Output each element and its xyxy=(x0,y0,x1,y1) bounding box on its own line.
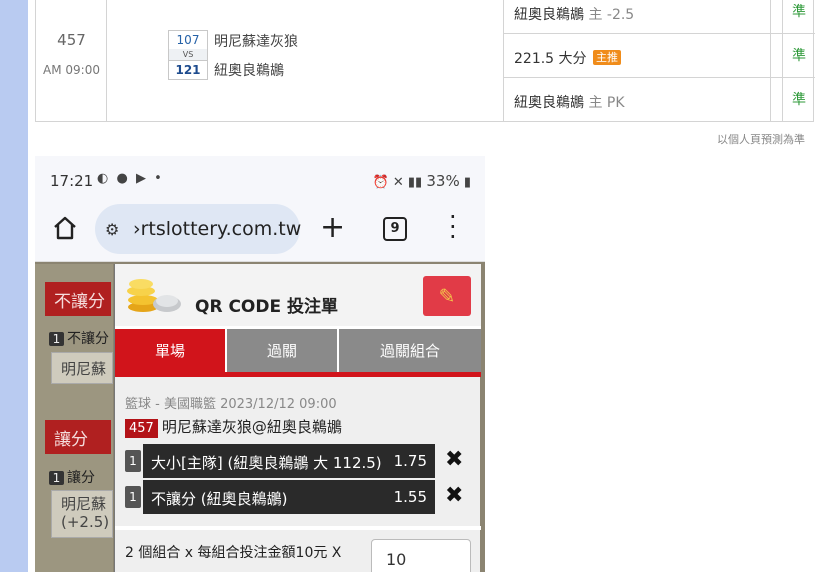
bg-box: 明尼蘇 (+2.5) xyxy=(51,490,113,538)
match-title: 明尼蘇達灰狼@紐奧良鵜鶘 xyxy=(161,418,342,436)
teams-cell: 107 VS 121 明尼蘇達灰狼 紐奧良鵜鶘 xyxy=(107,0,504,121)
main-pick-badge: 主推 xyxy=(592,50,621,65)
bet-amount-input[interactable] xyxy=(371,539,471,572)
status-icons: ⏰ ✕ ▮▮ 33% ▮ xyxy=(372,172,471,190)
bet-item[interactable]: 不讓分 (紐奧良鵜鶘) 1.55 xyxy=(143,480,435,514)
tab-single[interactable]: 單場 xyxy=(115,329,225,374)
remove-bet-icon[interactable]: ✖ xyxy=(445,483,463,508)
coins-icon xyxy=(127,279,181,312)
browser-toolbar: ⚙ ›rtslottery.com.tw + 9 · · · xyxy=(35,200,485,262)
status-bar: 17:21 ◐ ● ▶ • ⏰ ✕ ▮▮ 33% ▮ xyxy=(35,156,485,206)
phone-screenshot: 17:21 ◐ ● ▶ • ⏰ ✕ ▮▮ 33% ▮ ⚙ ›rtslottery… xyxy=(35,156,485,572)
bet-count: 1 xyxy=(125,450,141,472)
game-time: AM 09:00 xyxy=(43,63,100,77)
away-team-number: 107 xyxy=(168,30,208,50)
combo-summary: 2 個組合 x 每組合投注金額10元 X xyxy=(125,545,342,561)
odds-team: 紐奧良鵜鶘 xyxy=(514,7,584,23)
game-id-cell: 457 AM 09:00 xyxy=(36,0,107,121)
bg-row: 1 不讓分 xyxy=(49,328,109,348)
remove-bet-icon[interactable]: ✖ xyxy=(445,447,463,472)
home-team-name: 紐奧良鵜鶘 xyxy=(214,63,284,79)
league-info: 籃球 - 美國職籃 2023/12/12 09:00 xyxy=(125,397,337,412)
match-table: 457 AM 09:00 107 VS 121 明尼蘇達灰狼 紐奧良鵜鶘 紐奧良… xyxy=(35,0,815,122)
odds-tag: 主 -2.5 xyxy=(588,7,635,23)
tab-underline xyxy=(115,372,481,377)
tab-parlay-combo[interactable]: 過關組合 xyxy=(339,329,481,374)
odds-row[interactable]: 221.5 大分 主推 準 xyxy=(504,34,815,78)
clear-slip-button[interactable]: ✎ xyxy=(423,276,471,316)
odds-cell: 紐奧良鵜鶘 主 -2.5 準 221.5 大分 主推 準 紐奧良鵜鶘 主 PK … xyxy=(504,0,815,122)
url-text: ›rtslottery.com.tw xyxy=(133,218,302,240)
address-bar[interactable]: ⚙ ›rtslottery.com.tw xyxy=(95,204,302,254)
away-team-name: 明尼蘇達灰狼 xyxy=(214,34,298,50)
match-line: 457 明尼蘇達灰狼@紐奧良鵜鶘 xyxy=(125,416,342,438)
prediction-note: 以個人頁預測為準 xyxy=(717,133,805,146)
bet-label: 大小[主隊] (紐奧良鵜鶘 大 112.5) xyxy=(151,454,382,472)
odds-total: 221.5 大分 xyxy=(514,51,587,67)
bet-odds: 1.75 xyxy=(393,452,427,470)
odds-team: 紐奧良鵜鶘 xyxy=(514,95,584,111)
qr-header: QR CODE 投注單 ✎ xyxy=(115,264,481,326)
status-time: 17:21 xyxy=(50,172,94,190)
bet-type-tabs: 單場 過關 過關組合 xyxy=(115,326,481,376)
bet-odds: 1.55 xyxy=(393,488,427,506)
bet-label: 不讓分 (紐奧良鵜鶘) xyxy=(151,490,288,508)
left-blue-strip xyxy=(0,0,28,572)
new-tab-icon[interactable]: + xyxy=(320,210,345,245)
bet-count: 1 xyxy=(125,486,141,508)
more-menu-icon[interactable]: · · · xyxy=(449,205,457,249)
bet-item[interactable]: 大小[主隊] (紐奧良鵜鶘 大 112.5) 1.75 xyxy=(143,444,435,478)
mark-column xyxy=(771,0,814,121)
tab-parlay[interactable]: 過關 xyxy=(227,329,337,374)
bg-row: 1 讓分 xyxy=(49,467,95,487)
home-icon[interactable] xyxy=(51,214,79,242)
bg-box: 明尼蘇 xyxy=(51,352,113,384)
broom-icon: ✎ xyxy=(438,284,456,308)
odds-row[interactable]: 紐奧良鵜鶘 主 PK 準 xyxy=(504,78,815,122)
match-number-badge: 457 xyxy=(125,419,158,438)
battery-percent: 33% xyxy=(426,172,460,190)
odds-row[interactable]: 紐奧良鵜鶘 主 -2.5 準 xyxy=(504,0,815,34)
qr-title: QR CODE 投注單 xyxy=(195,297,339,317)
bg-tab-no-spread: 不讓分 xyxy=(45,282,111,316)
tab-switcher-button[interactable]: 9 xyxy=(383,217,407,241)
divider xyxy=(115,526,481,530)
odds-tag: 主 PK xyxy=(588,95,625,111)
qr-bet-slip: QR CODE 投注單 ✎ 單場 過關 過關組合 籃球 - 美國職籃 2023/… xyxy=(114,264,481,572)
game-number: 457 xyxy=(57,31,86,49)
site-settings-icon[interactable]: ⚙ xyxy=(105,220,119,239)
bg-tab-spread: 讓分 xyxy=(45,420,111,454)
notification-icons: ◐ ● ▶ • xyxy=(97,171,164,186)
home-team-number: 121 xyxy=(168,60,208,80)
